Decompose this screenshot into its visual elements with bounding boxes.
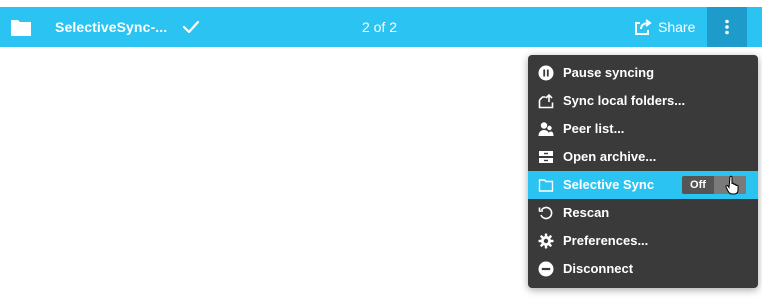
menu-item-label: Preferences...	[563, 233, 649, 248]
check-icon	[182, 20, 200, 34]
hand-cursor-icon	[725, 175, 739, 195]
more-menu-button[interactable]	[707, 7, 747, 47]
menu-item-label: Peer list...	[563, 121, 625, 136]
toggle-off-label: Off	[682, 176, 714, 194]
upload-folder-icon	[538, 93, 554, 109]
menu-item-selective-sync[interactable]: Selective Sync Off	[528, 171, 758, 199]
share-label: Share	[658, 19, 696, 35]
top-bar: SelectiveSync-... 2 of 2 Share	[0, 7, 762, 47]
menu-item-label: Pause syncing	[563, 65, 655, 80]
menu-item-sync-local-folders[interactable]: Sync local folders...	[528, 87, 758, 115]
menu-item-open-archive[interactable]: Open archive...	[528, 143, 758, 171]
menu-item-preferences[interactable]: Preferences...	[528, 227, 758, 255]
menu-item-label: Rescan	[563, 205, 610, 220]
menu-item-peer-list[interactable]: Peer list...	[528, 115, 758, 143]
folder-title: SelectiveSync-...	[55, 19, 168, 35]
menu-item-label: Selective Sync	[563, 177, 655, 192]
minus-circle-icon	[538, 261, 554, 277]
share-icon	[635, 19, 652, 35]
pause-icon	[538, 65, 554, 81]
pager-text: 2 of 2	[362, 19, 398, 35]
gear-icon	[538, 233, 554, 249]
menu-item-rescan[interactable]: Rescan	[528, 199, 758, 227]
archive-icon	[539, 151, 553, 163]
kebab-icon	[725, 19, 729, 35]
folder-icon	[11, 20, 31, 36]
share-button[interactable]: Share	[634, 15, 695, 39]
users-icon	[538, 122, 554, 136]
menu-item-disconnect[interactable]: Disconnect	[528, 255, 758, 283]
menu-item-label: Sync local folders...	[563, 93, 686, 108]
folder-outline-icon	[538, 179, 554, 192]
menu-item-label: Disconnect	[563, 261, 634, 276]
rescan-icon	[538, 206, 553, 220]
dropdown-menu: Pause syncing Sync local folders... Peer…	[528, 55, 758, 288]
menu-item-label: Open archive...	[563, 149, 657, 164]
menu-item-pause-syncing[interactable]: Pause syncing	[528, 59, 758, 87]
